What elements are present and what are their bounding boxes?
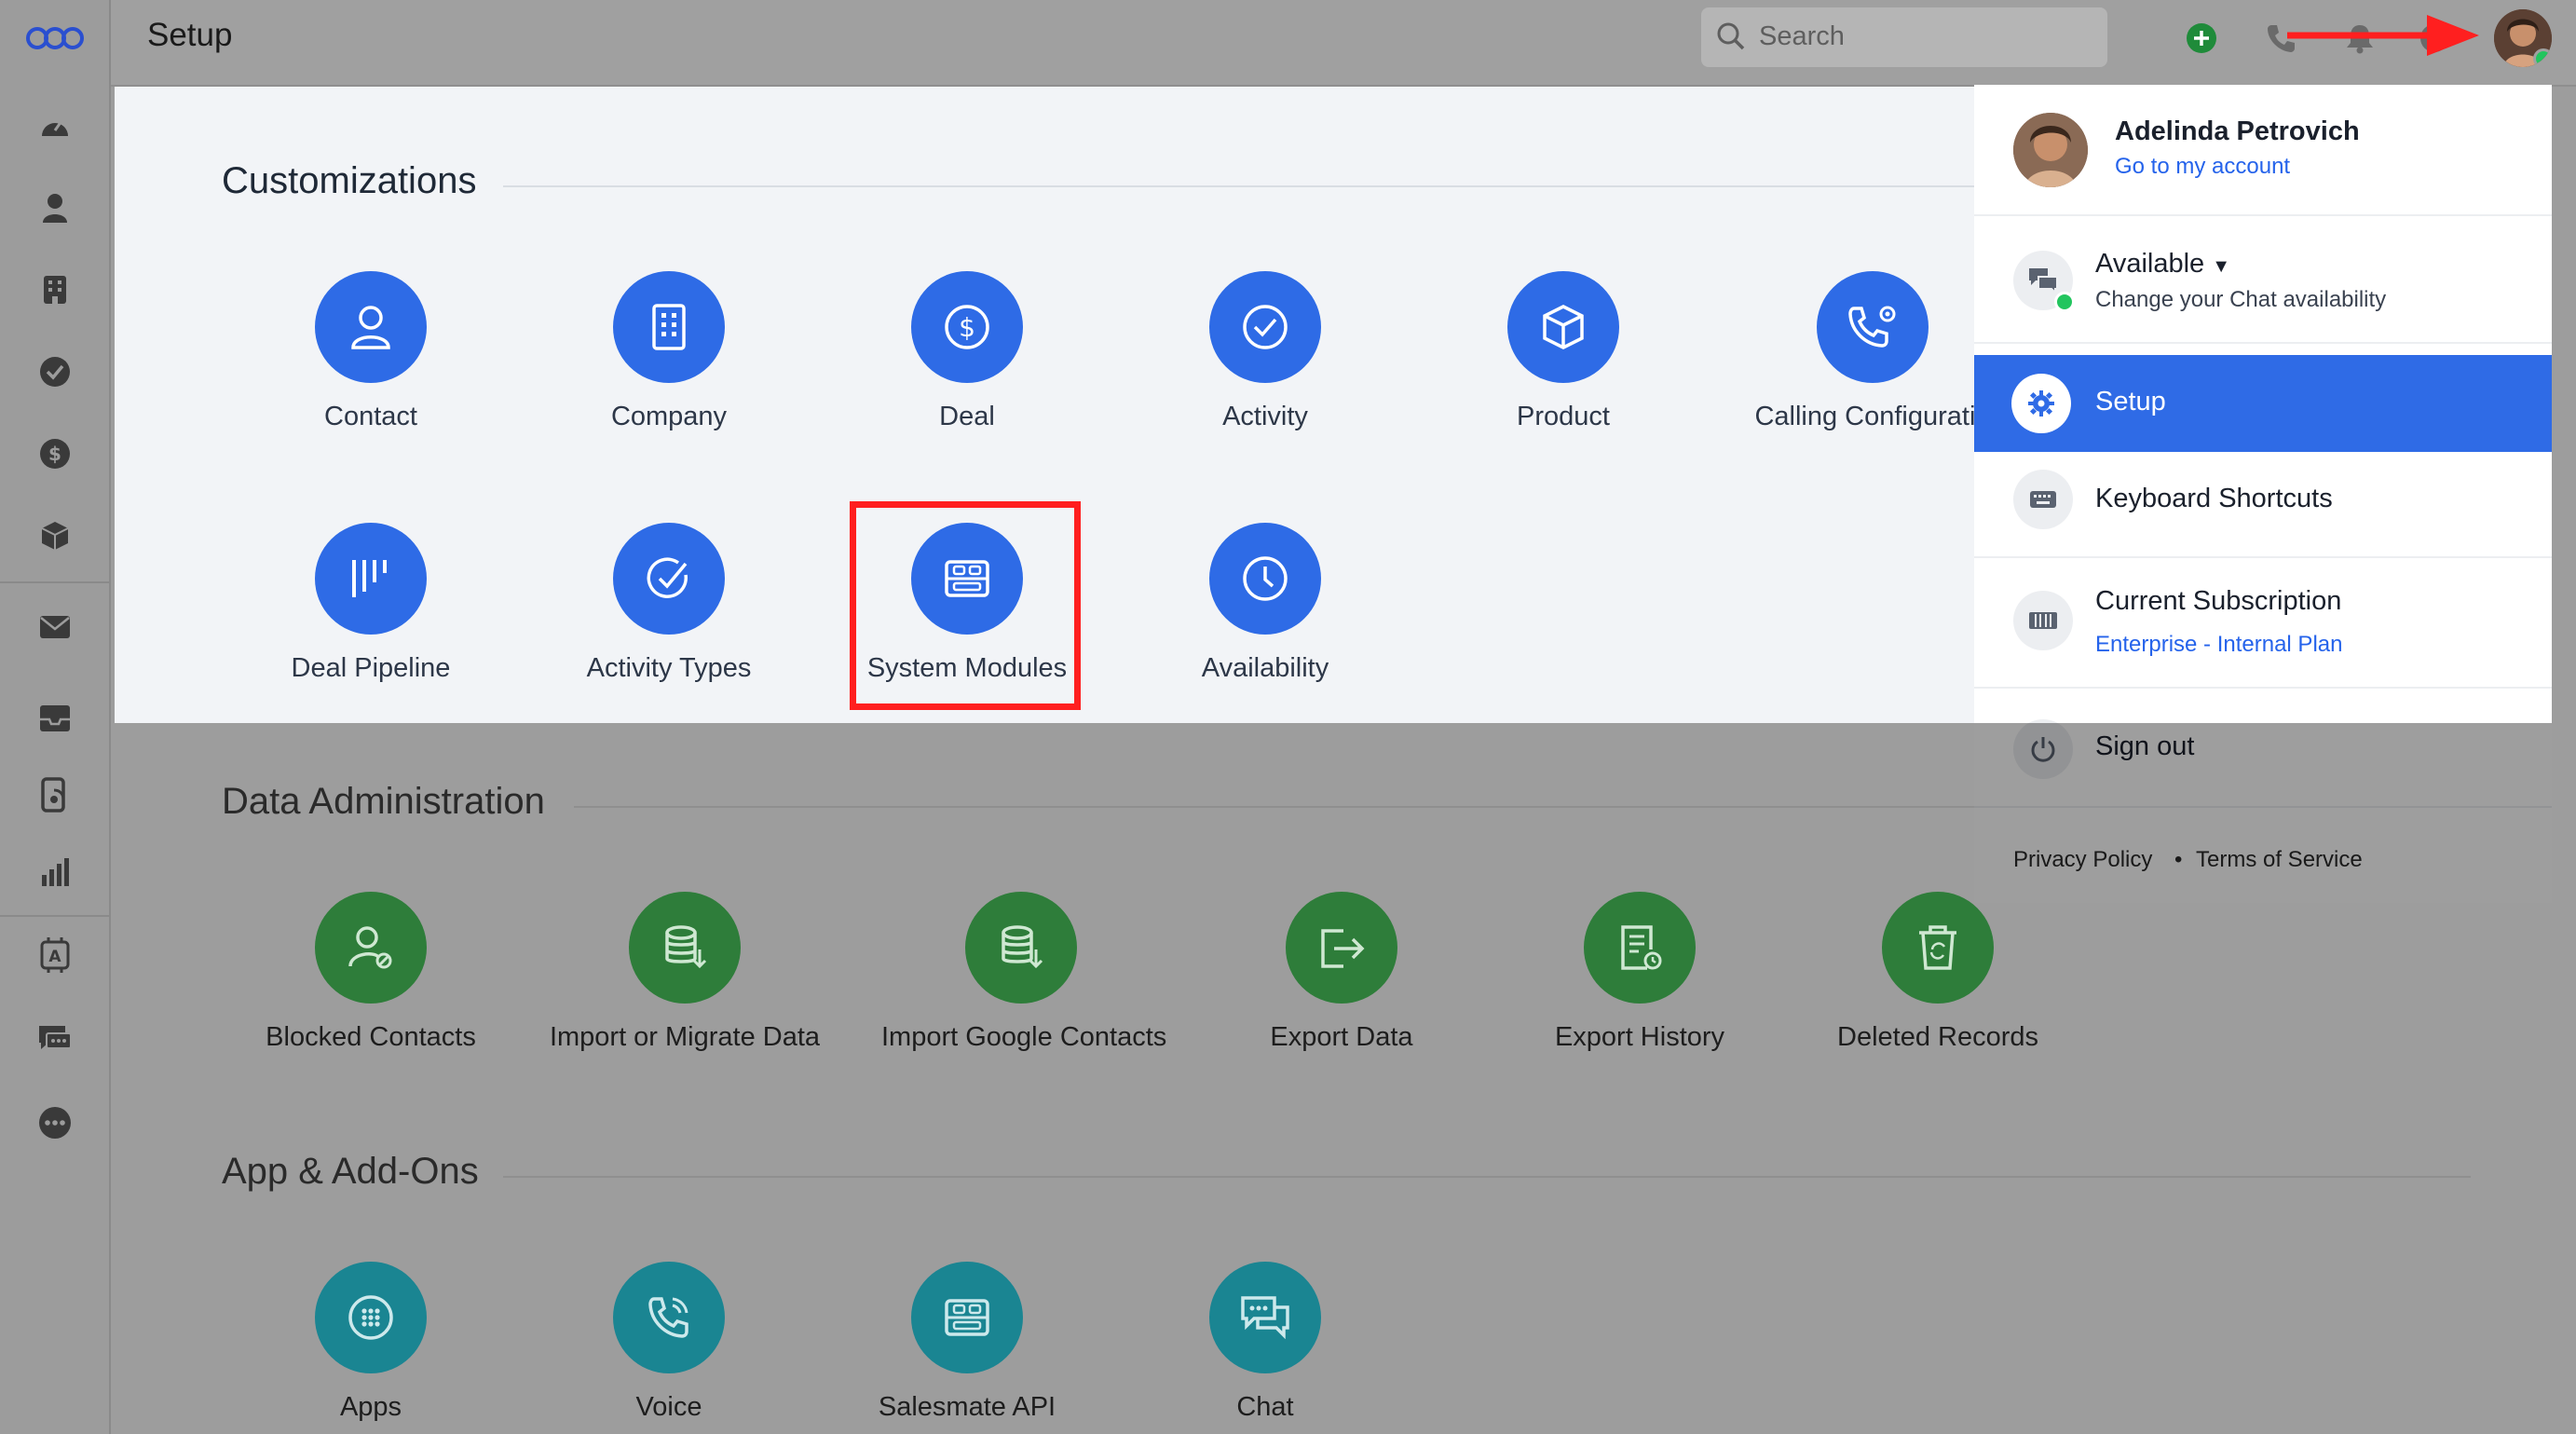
- tile-import-google[interactable]: Import Google Contacts: [881, 892, 1166, 1053]
- account-dropdown: Adelinda Petrovich Go to my account Avai…: [1974, 85, 2552, 903]
- activity-icon: [1209, 271, 1321, 383]
- products-icon[interactable]: [32, 512, 78, 559]
- menu-keyboard-shortcuts[interactable]: Keyboard Shortcuts: [2095, 484, 2333, 514]
- deal-icon: $: [911, 271, 1023, 383]
- voice-icon: [613, 1262, 725, 1373]
- chat-bubbles-icon: [1209, 1262, 1321, 1373]
- deal-pipeline-icon: [315, 523, 427, 635]
- online-status-dot: [2533, 48, 2552, 67]
- apps-icon: [315, 1262, 427, 1373]
- apps-addons-title: App & Add-Ons: [222, 1151, 479, 1192]
- availability-subtext: Change your Chat availability: [2095, 287, 2387, 312]
- subscription-icon: [2013, 591, 2073, 650]
- user-avatar[interactable]: [2494, 9, 2552, 67]
- tile-product[interactable]: Product: [1424, 271, 1703, 432]
- tile-deal[interactable]: $ Deal: [827, 271, 1107, 432]
- tile-apps[interactable]: Apps: [231, 1262, 511, 1423]
- tile-blocked-contacts[interactable]: Blocked Contacts: [231, 892, 511, 1053]
- mail-icon[interactable]: [32, 604, 78, 650]
- availability-chat-icon: [2013, 251, 2075, 312]
- import-data-icon: [629, 892, 741, 1004]
- dashboard-icon[interactable]: [32, 102, 78, 149]
- tile-export-history[interactable]: Export History: [1500, 892, 1779, 1053]
- tile-voice[interactable]: Voice: [529, 1262, 809, 1423]
- tile-company[interactable]: Company: [529, 271, 809, 432]
- import-google-icon: [965, 892, 1077, 1004]
- tile-contact[interactable]: Contact: [231, 271, 511, 432]
- highlight-box: [850, 501, 1081, 710]
- tile-activity[interactable]: Activity: [1125, 271, 1405, 432]
- deleted-records-icon: [1882, 892, 1994, 1004]
- calling-config-icon: [1817, 271, 1929, 383]
- caret-down-icon: ▼: [2212, 256, 2231, 277]
- contact-icon: [315, 271, 427, 383]
- menu-current-subscription[interactable]: Current Subscription: [2095, 586, 2341, 617]
- companies-icon[interactable]: [32, 266, 78, 313]
- search-icon: [1716, 21, 1746, 51]
- activities-icon[interactable]: [32, 348, 78, 395]
- deals-icon[interactable]: $: [32, 430, 78, 477]
- add-icon[interactable]: [2180, 17, 2223, 60]
- tile-chat[interactable]: Chat: [1125, 1262, 1405, 1423]
- chat-icon[interactable]: [32, 1016, 78, 1062]
- available-status-dot: [2054, 292, 2075, 312]
- tile-availability[interactable]: Availability: [1125, 523, 1405, 684]
- tile-calling-configuration[interactable]: Calling Configuratio: [1733, 271, 2012, 432]
- tile-activity-types[interactable]: Activity Types: [529, 523, 809, 684]
- gear-icon: [2011, 374, 2071, 433]
- svg-text:$: $: [959, 312, 975, 343]
- tile-deal-pipeline[interactable]: Deal Pipeline: [231, 523, 511, 684]
- contacts-icon[interactable]: [32, 184, 78, 231]
- product-icon: [1507, 271, 1619, 383]
- dialer-icon[interactable]: [32, 772, 78, 818]
- go-to-account-link[interactable]: Go to my account: [2115, 154, 2290, 180]
- tile-export-data[interactable]: Export Data: [1202, 892, 1481, 1053]
- svg-text:A: A: [48, 948, 61, 966]
- plan-link[interactable]: Enterprise - Internal Plan: [2095, 632, 2342, 658]
- data-administration-title: Data Administration: [222, 781, 545, 822]
- menu-setup[interactable]: Setup: [1974, 355, 2552, 452]
- activity-types-icon: [613, 523, 725, 635]
- tile-salesmate-api[interactable]: Salesmate API: [827, 1262, 1107, 1423]
- dropdown-dim-overlay: [1974, 723, 2552, 903]
- export-data-icon: [1286, 892, 1397, 1004]
- inbox-icon[interactable]: [32, 695, 78, 742]
- dropdown-avatar: [2013, 113, 2088, 187]
- svg-text:$: $: [48, 443, 61, 465]
- search-placeholder: Search: [1759, 21, 1845, 51]
- availability-status[interactable]: Available ▼: [2095, 249, 2230, 280]
- page-title: Setup: [147, 17, 233, 53]
- keyboard-icon: [2013, 470, 2073, 529]
- logo-icon[interactable]: [24, 15, 86, 61]
- search-input[interactable]: Search: [1701, 7, 2107, 67]
- annotation-arrow: [2287, 11, 2483, 58]
- salesmate-api-icon: [911, 1262, 1023, 1373]
- company-icon: [613, 271, 725, 383]
- tile-import-migrate[interactable]: Import or Migrate Data: [545, 892, 825, 1053]
- customizations-title: Customizations: [222, 160, 477, 201]
- user-name: Adelinda Petrovich: [2115, 116, 2360, 146]
- more-icon[interactable]: [32, 1099, 78, 1146]
- automation-icon[interactable]: A: [32, 932, 78, 978]
- reports-icon[interactable]: [32, 848, 78, 895]
- availability-icon: [1209, 523, 1321, 635]
- sidebar: $ A: [0, 0, 111, 1434]
- tile-deleted-records[interactable]: Deleted Records: [1798, 892, 2078, 1053]
- export-history-icon: [1584, 892, 1696, 1004]
- blocked-contacts-icon: [315, 892, 427, 1004]
